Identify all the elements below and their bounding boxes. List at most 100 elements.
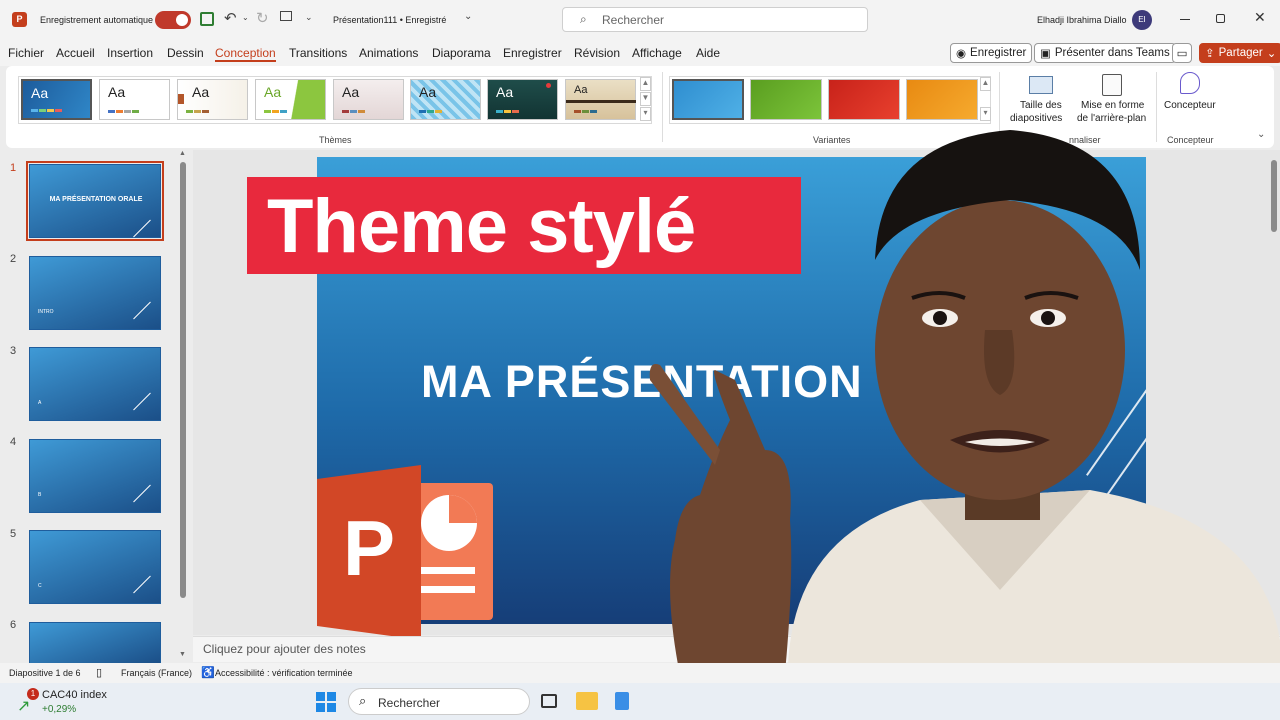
pp-pie-slice-icon <box>449 495 477 523</box>
theme-sample: Aa <box>342 84 360 100</box>
search-icon: ⌕ <box>359 693 367 708</box>
slide-thumb-3[interactable]: A <box>29 347 161 421</box>
teams-label: Présenter dans Teams <box>1054 47 1170 59</box>
search-box[interactable]: ⌕ Rechercher <box>562 7 868 32</box>
avatar[interactable]: EI <box>1132 10 1152 30</box>
slide-thumb-5[interactable]: C <box>29 530 161 604</box>
share-label: Partager <box>1218 47 1263 59</box>
slide-thumb-title: C <box>38 583 42 589</box>
theme-thumb-3[interactable]: Aa <box>177 79 248 120</box>
redo-icon[interactable]: ↻ <box>256 9 269 27</box>
taskbar-search[interactable]: ⌕ Rechercher <box>348 688 530 715</box>
share-button[interactable]: ⇪ Partager ⌄ <box>1199 43 1280 63</box>
scroll-up-icon[interactable]: ▲ <box>179 150 186 157</box>
accessibility-icon[interactable]: ♿ <box>201 666 215 679</box>
spellcheck-icon[interactable]: ▯ <box>96 666 102 679</box>
slide-number: 4 <box>10 436 17 448</box>
powerpoint-big-logo-icon: P <box>317 465 497 640</box>
theme-sample: Aa <box>192 84 210 100</box>
autosave-label: Enregistrement automatique <box>40 15 154 25</box>
stock-widget[interactable]: ↗ 1 CAC40 index +0,29% <box>15 686 125 718</box>
tab-fichier[interactable]: Fichier <box>8 46 44 62</box>
designer-label: Concepteur <box>1164 100 1216 111</box>
close-icon[interactable]: ✕ <box>1254 9 1266 26</box>
designer-button[interactable]: Concepteur <box>1160 72 1220 116</box>
slide-thumb-1[interactable]: MA PRÉSENTATION ORALE <box>26 161 164 241</box>
title-chevron-icon[interactable]: ⌄ <box>464 11 472 22</box>
slide-size-label-1: Taille des <box>1020 100 1062 111</box>
slide-size-icon <box>1029 76 1053 94</box>
comments-button[interactable]: ▭ <box>1172 43 1192 63</box>
record-icon: ◉ <box>956 48 967 60</box>
pp-line-icon <box>421 567 475 574</box>
stock-change: +0,29% <box>42 704 77 715</box>
tab-insertion[interactable]: Insertion <box>107 46 153 62</box>
variants-scroll-up-icon[interactable]: ▲ <box>980 77 991 91</box>
save-icon[interactable] <box>200 12 214 26</box>
record-button[interactable]: ◉ Enregistrer <box>950 43 1033 63</box>
variant-red[interactable] <box>828 79 900 120</box>
windows-start-icon[interactable] <box>316 692 336 712</box>
slide-counter: Diapositive 1 de 6 <box>9 668 81 678</box>
title-bar: P Enregistrement automatique ↶ ⌄ ↻ ⌄ Pré… <box>0 0 1280 40</box>
tab-animations[interactable]: Animations <box>359 46 418 62</box>
autosave-toggle[interactable] <box>155 11 191 29</box>
slide-thumb-6[interactable] <box>29 622 161 663</box>
themes-scroll-up-icon[interactable]: ▲ <box>640 77 651 91</box>
tab-conception[interactable]: Conception <box>215 46 276 62</box>
tab-enregistrer[interactable]: Enregistrer <box>503 46 562 62</box>
theme-thumb-1[interactable]: Aa <box>21 79 92 120</box>
slide-thumb-lines <box>133 575 151 594</box>
task-view-icon[interactable] <box>541 694 557 708</box>
tab-dessin[interactable]: Dessin <box>167 46 204 62</box>
variant-green[interactable] <box>750 79 822 120</box>
theme-thumb-5[interactable]: Aa <box>333 79 404 120</box>
file-explorer-icon[interactable] <box>576 692 598 710</box>
themes-group-label: Thèmes <box>319 135 352 145</box>
theme-colors <box>31 109 62 112</box>
undo-icon[interactable]: ↶ <box>224 9 237 27</box>
present-teams-button[interactable]: ▣ Présenter dans Teams <box>1034 43 1176 63</box>
document-title[interactable]: Présentation111 • Enregistré <box>333 15 446 25</box>
store-icon[interactable] <box>615 692 629 710</box>
slide-thumb-4[interactable]: B <box>29 439 161 513</box>
minimize-icon[interactable] <box>1180 19 1190 20</box>
teams-icon: ▣ <box>1040 48 1051 60</box>
theme-accent <box>566 100 636 103</box>
theme-thumb-2[interactable]: Aa <box>99 79 170 120</box>
themes-scroll-down-icon[interactable]: ▼ <box>640 92 651 106</box>
undo-dropdown-icon[interactable]: ⌄ <box>242 13 249 22</box>
variant-orange[interactable] <box>906 79 978 120</box>
tab-diaporama[interactable]: Diaporama <box>432 46 491 62</box>
notes-placeholder: Cliquez pour ajouter des notes <box>203 642 366 656</box>
slide-thumb-2[interactable]: INTRO <box>29 256 161 330</box>
slide-thumb-lines <box>133 484 151 503</box>
presenter-photo <box>620 120 1280 720</box>
language-label[interactable]: Français (France) <box>121 668 192 678</box>
customize-qat-icon[interactable]: ⌄ <box>305 12 313 23</box>
tab-accueil[interactable]: Accueil <box>56 46 95 62</box>
theme-sample: Aa <box>264 84 282 100</box>
theme-thumb-6[interactable]: Aa <box>410 79 481 120</box>
variants-more-icon[interactable]: ▾ <box>980 107 991 121</box>
scroll-down-icon[interactable]: ▼ <box>179 651 186 658</box>
themes-more-icon[interactable]: ▾ <box>640 107 651 121</box>
tab-affichage[interactable]: Affichage <box>632 46 682 62</box>
user-name[interactable]: Elhadji Ibrahima Diallo <box>1037 15 1127 25</box>
theme-thumb-7[interactable]: Aa <box>487 79 558 120</box>
present-icon[interactable] <box>280 11 292 21</box>
pp-line-icon <box>421 586 475 593</box>
slide-panel-scrollbar[interactable] <box>180 162 186 598</box>
comment-icon: ▭ <box>1176 48 1188 60</box>
accessibility-label[interactable]: Accessibilité : vérification terminée <box>215 668 353 678</box>
theme-thumb-4[interactable]: Aa <box>255 79 326 120</box>
share-icon: ⇪ <box>1205 48 1215 60</box>
tab-revision[interactable]: Révision <box>574 46 620 62</box>
tab-transitions[interactable]: Transitions <box>289 46 347 62</box>
slide-thumb-lines <box>133 301 151 320</box>
slide-number: 3 <box>10 345 17 357</box>
theme-thumb-8[interactable]: Aa <box>565 79 636 120</box>
variant-blue[interactable] <box>672 79 744 120</box>
tab-aide[interactable]: Aide <box>696 46 720 62</box>
restore-icon[interactable] <box>1216 14 1225 23</box>
